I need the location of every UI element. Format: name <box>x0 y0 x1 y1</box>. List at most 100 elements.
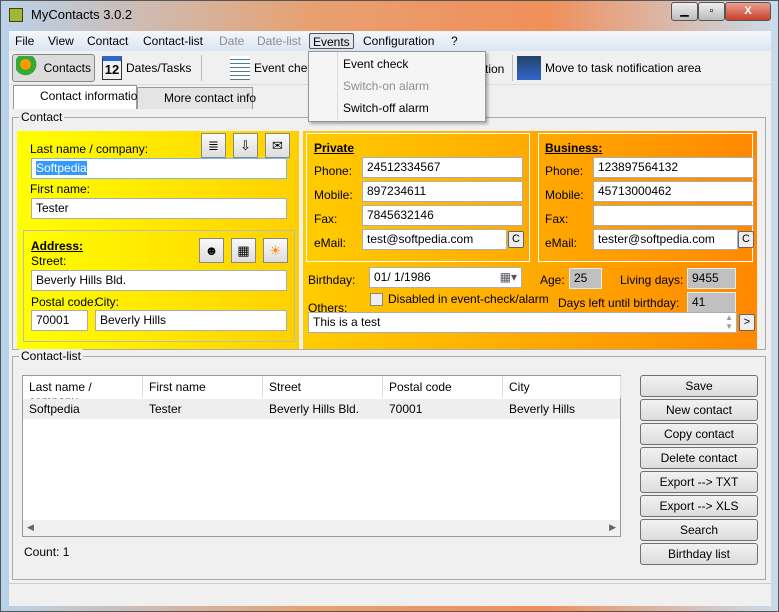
menu-help[interactable]: ? <box>448 33 461 49</box>
disabled-checkbox[interactable] <box>370 293 383 306</box>
first-name-input[interactable]: Tester <box>31 198 287 219</box>
maximize-button[interactable]: ▫ <box>698 2 725 21</box>
envelope-icon[interactable]: ✉ <box>265 133 290 158</box>
calendar-dropdown-icon[interactable]: ▦▾ <box>500 270 517 284</box>
map-icon[interactable]: ▦ <box>231 238 256 263</box>
business-email-input[interactable]: tester@softpedia.com <box>593 229 738 250</box>
postal-code-input[interactable]: 70001 <box>31 310 88 331</box>
table-cell: Beverly Hills <box>509 402 576 416</box>
private-title: Private <box>314 141 355 155</box>
tab-label: More contact info <box>164 91 257 105</box>
contact-table: Last name / company First name Street Po… <box>22 375 621 537</box>
list-icon <box>230 56 250 80</box>
menu-item-event-check[interactable]: Event check <box>343 57 408 71</box>
private-mobile-label: Mobile: <box>314 188 353 202</box>
column-header[interactable]: City <box>503 376 621 398</box>
contacts-button[interactable]: Contacts <box>12 54 95 82</box>
others-input[interactable]: This is a test ▲ ▼ <box>308 312 737 333</box>
column-header[interactable]: First name <box>143 376 263 398</box>
private-phone-input[interactable]: 24512334567 <box>362 157 523 178</box>
days-left-value: 41 <box>687 292 736 313</box>
tab-more-contact-info[interactable]: More contact info <box>137 87 257 109</box>
minimize-button[interactable]: ▁ <box>671 2 698 21</box>
horizontal-scrollbar[interactable]: ◀ ▶ <box>23 520 620 536</box>
city-label: City: <box>95 295 119 309</box>
tray-button[interactable]: Move to task notification area <box>514 54 704 82</box>
menu-contact[interactable]: Contact <box>84 33 131 49</box>
close-button[interactable]: X <box>725 2 771 21</box>
column-header[interactable]: Street <box>263 376 383 398</box>
birthday-picker[interactable]: 01/ 1/1986 ▦▾ <box>369 267 522 288</box>
menu-contact-list[interactable]: Contact-list <box>140 33 206 49</box>
business-email-copy-button[interactable]: C <box>738 231 754 248</box>
living-days-value: 9455 <box>687 268 736 289</box>
import-icon[interactable]: ⇩ <box>233 133 258 158</box>
column-header[interactable]: Last name / company <box>23 376 143 408</box>
business-phone-input[interactable]: 123897564132 <box>593 157 754 178</box>
toolbar-hidden-item-label[interactable]: tion <box>485 62 504 76</box>
calendar-icon: 12 <box>102 56 122 80</box>
menu-gutter <box>337 52 338 121</box>
contact-group: Contact ≣ ⇩ ✉ Last name / company: Softp… <box>12 110 766 350</box>
menu-bar: File View Contact Contact-list Date Date… <box>9 31 771 51</box>
private-email-input[interactable]: test@softpedia.com <box>362 229 507 250</box>
export-xls-button[interactable]: Export --> XLS <box>640 495 758 517</box>
tray-label: Move to task notification area <box>545 61 702 75</box>
tab-label: Contact information <box>40 89 145 103</box>
menu-view[interactable]: View <box>45 33 77 49</box>
menu-item-switch-off-alarm[interactable]: Switch-off alarm <box>343 101 429 115</box>
group-label: Contact-list <box>19 349 84 363</box>
last-name-label: Last name / company: <box>30 142 149 156</box>
search-button[interactable]: Search <box>640 519 758 541</box>
scroll-left-icon[interactable]: ◀ <box>27 522 34 533</box>
business-mobile-label: Mobile: <box>545 188 584 202</box>
private-box: Private Phone: 24512334567 Mobile: 89723… <box>306 133 530 262</box>
dates-tasks-button[interactable]: 12 Dates/Tasks <box>99 54 194 82</box>
city-input[interactable]: Beverly Hills <box>95 310 287 331</box>
address-title: Address: <box>31 239 84 253</box>
phone-panel: Private Phone: 24512334567 Mobile: 89723… <box>303 131 757 349</box>
private-email-label: eMail: <box>314 236 347 250</box>
copy-contact-button[interactable]: Copy contact <box>640 423 758 445</box>
menu-date[interactable]: Date <box>216 33 247 49</box>
private-fax-label: Fax: <box>314 212 338 226</box>
menu-date-list[interactable]: Date-list <box>254 33 304 49</box>
table-cell: Beverly Hills Bld. <box>269 402 360 416</box>
tab-contact-information[interactable]: Contact information <box>13 85 144 109</box>
menu-item-switch-on-alarm[interactable]: Switch-on alarm <box>343 79 429 93</box>
street-input[interactable]: Beverly Hills Bld. <box>31 270 287 291</box>
business-title: Business: <box>545 141 603 155</box>
private-mobile-input[interactable]: 897234611 <box>362 181 523 202</box>
menu-file[interactable]: File <box>12 33 37 49</box>
column-header[interactable]: Postal code <box>383 376 503 398</box>
birthday-list-button[interactable]: Birthday list <box>640 543 758 565</box>
save-button[interactable]: Save <box>640 375 758 397</box>
private-email-copy-button[interactable]: C <box>508 231 524 248</box>
disabled-label: Disabled in event-check/alarm <box>388 292 549 306</box>
toolbar-separator <box>512 55 513 81</box>
menu-configuration[interactable]: Configuration <box>360 33 437 49</box>
toolbar-separator <box>201 55 202 81</box>
dates-tasks-label: Dates/Tasks <box>126 61 192 75</box>
others-expand-button[interactable]: > <box>739 314 755 331</box>
business-email-label: eMail: <box>545 236 578 250</box>
last-name-input[interactable]: Softpedia <box>31 158 287 179</box>
person-search-icon[interactable]: ☻ <box>199 238 224 263</box>
private-fax-input[interactable]: 7845632146 <box>362 205 523 226</box>
delete-contact-button[interactable]: Delete contact <box>640 447 758 469</box>
export-txt-button[interactable]: Export --> TXT <box>640 471 758 493</box>
new-contact-button[interactable]: New contact <box>640 399 758 421</box>
first-name-label: First name: <box>30 182 91 196</box>
title-bar: MyContacts 3.0.2 ▁ ▫ X <box>1 1 778 31</box>
events-dropdown-menu: Event check Switch-on alarm Switch-off a… <box>308 51 486 122</box>
weather-icon[interactable]: ☀ <box>263 238 288 263</box>
tray-icon <box>517 56 541 80</box>
table-row[interactable]: Softpedia Tester Beverly Hills Bld. 7000… <box>23 399 620 419</box>
spin-icon[interactable]: ▲ ▼ <box>725 313 733 331</box>
table-cell: 70001 <box>389 402 423 416</box>
menu-events[interactable]: Events <box>309 33 354 49</box>
business-mobile-input[interactable]: 45713000462 <box>593 181 754 202</box>
business-fax-input[interactable] <box>593 205 754 226</box>
lines-icon[interactable]: ≣ <box>201 133 226 158</box>
scroll-right-icon[interactable]: ▶ <box>609 522 616 533</box>
